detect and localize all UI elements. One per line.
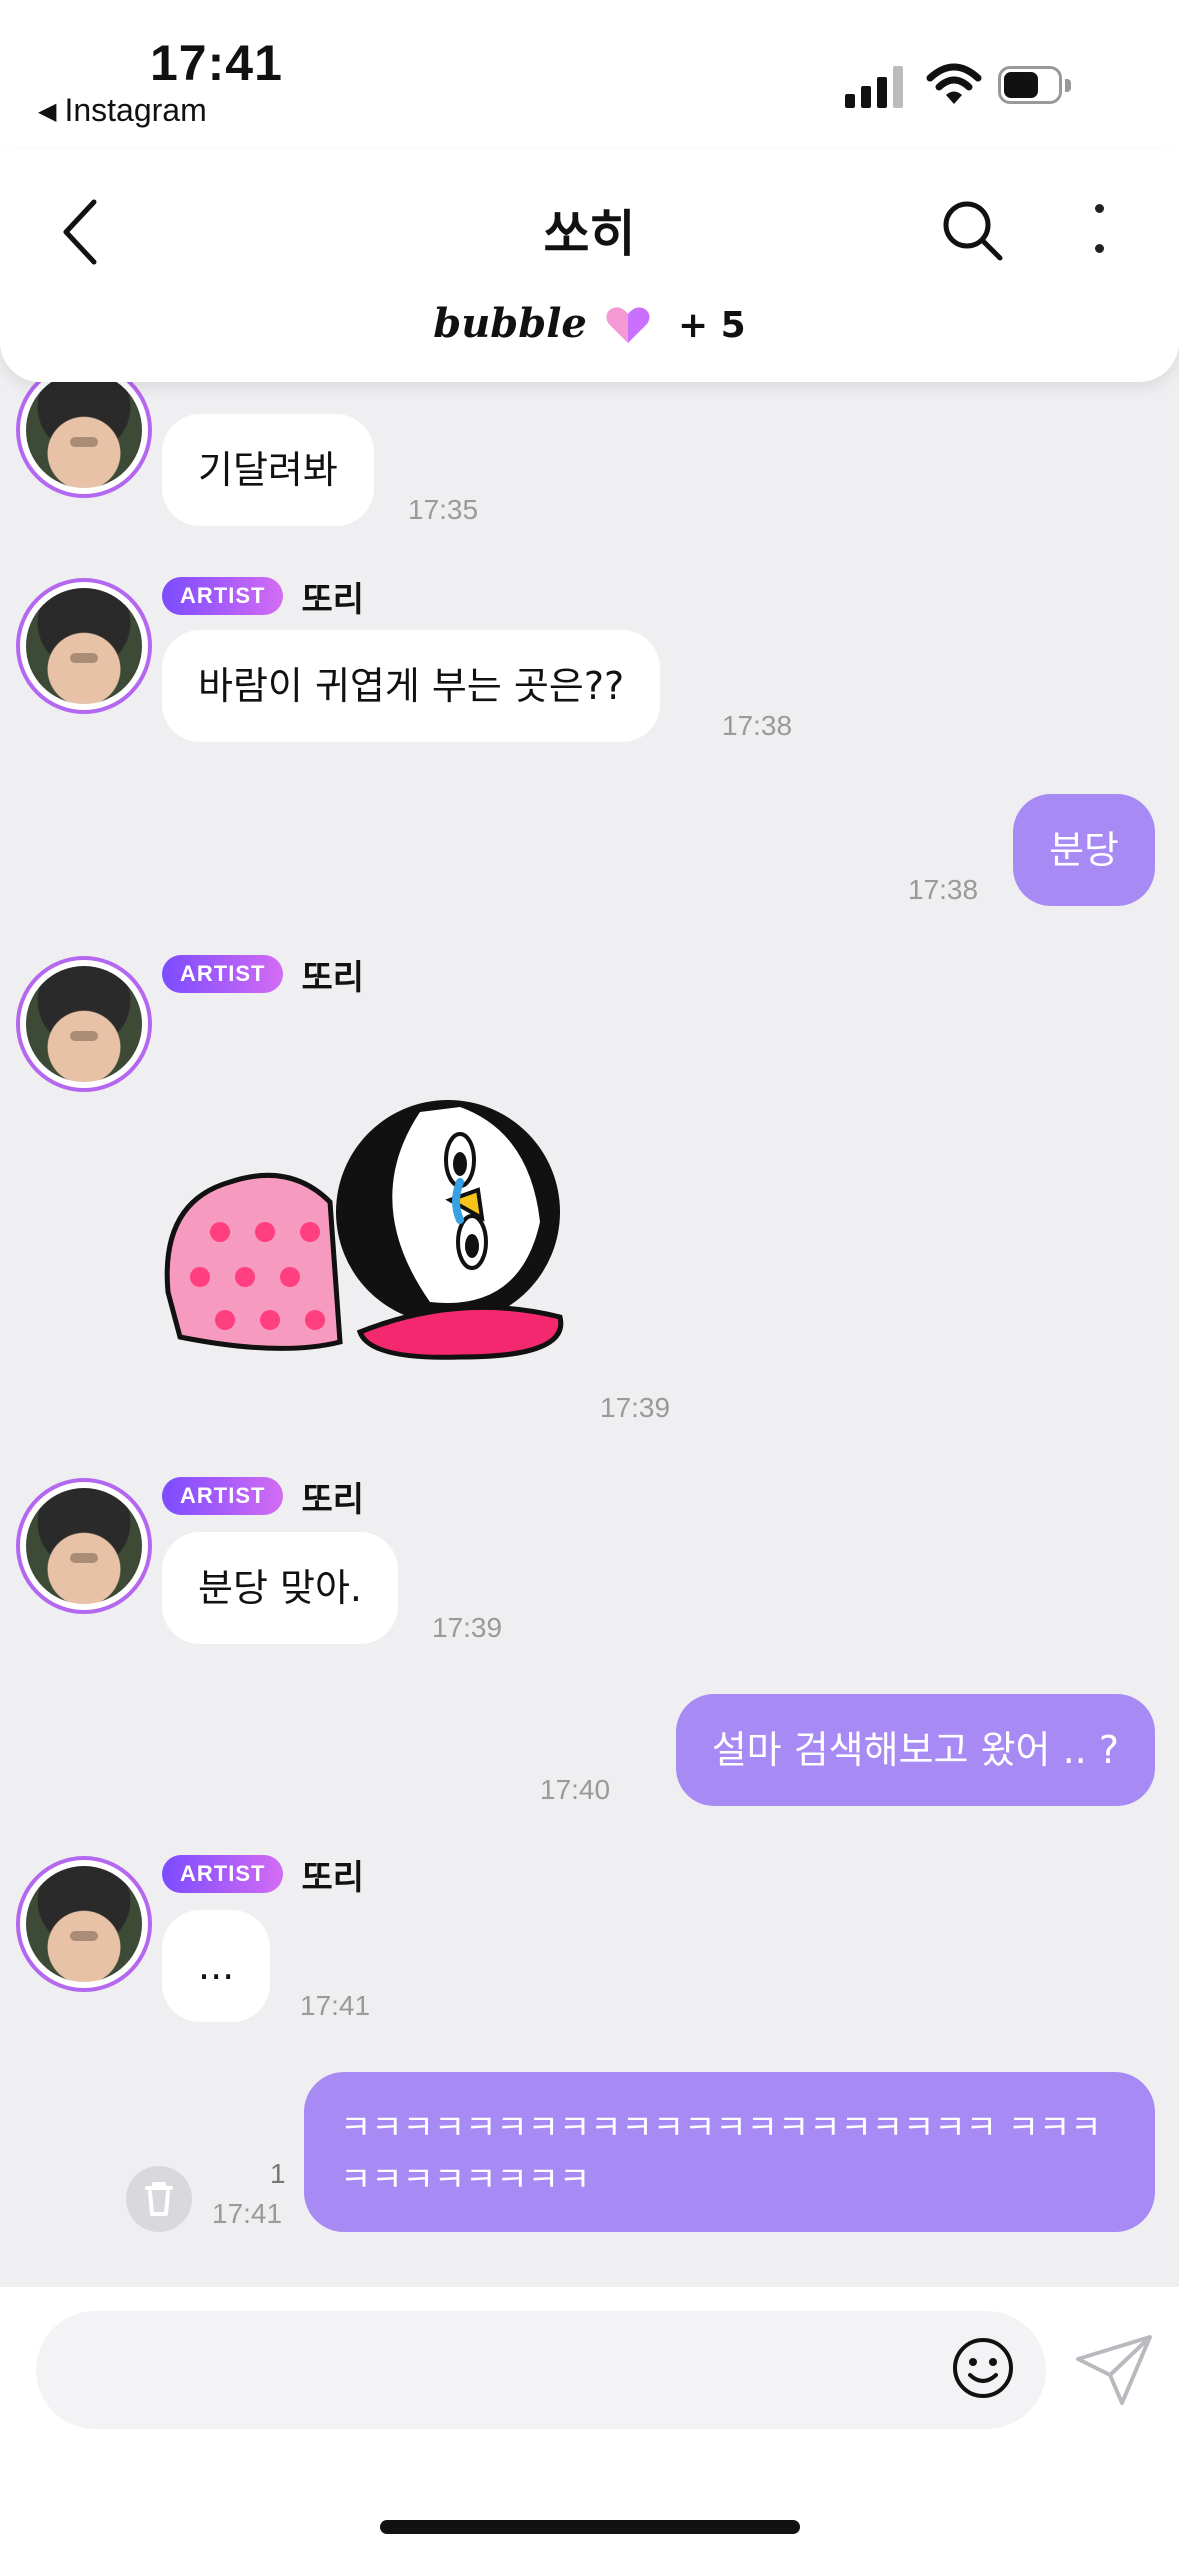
message-time: 17:40 [540, 1774, 611, 1805]
sender-name: 또리 [301, 957, 365, 998]
outgoing-message[interactable]: 분당 [1013, 794, 1155, 906]
chat-header: 쏘히 bubble + 5 [0, 150, 1179, 382]
artist-badge: ARTIST [162, 577, 284, 615]
status-time: 17:41 [150, 35, 283, 91]
message-time: 17:39 [432, 1612, 503, 1643]
artist-avatar[interactable] [16, 1856, 152, 1992]
sender-name: 또리 [301, 579, 365, 620]
sender-row: ARTIST 또리 [162, 1854, 364, 1898]
message-input[interactable] [36, 2311, 1046, 2429]
incoming-message[interactable]: 바람이 귀엽게 부는 곳은?? [162, 630, 661, 742]
sender-name: 또리 [301, 1479, 365, 1520]
message-time: 17:38 [908, 874, 979, 905]
sender-row: ARTIST 또리 [162, 1476, 364, 1520]
trash-icon[interactable] [126, 2166, 192, 2232]
message-time: 17:41 [300, 1990, 371, 2021]
battery-icon [998, 66, 1074, 106]
crying-penguin-sticker[interactable] [160, 1082, 580, 1362]
incoming-message[interactable]: ... [162, 1910, 271, 2022]
back-triangle-icon: ◀ [38, 98, 57, 125]
search-icon[interactable] [938, 196, 1008, 266]
sender-row: ARTIST 또리 [162, 954, 364, 998]
incoming-message[interactable]: 분당 맞아. [162, 1532, 398, 1644]
more-vertical-icon[interactable] [1080, 196, 1120, 266]
artist-badge: ARTIST [162, 1477, 284, 1515]
heart-icon [606, 307, 651, 343]
incoming-message[interactable]: 기달려봐 [162, 414, 374, 526]
chat-messages[interactable]: ARTIST 또리 기달려봐 17:35 ARTIST 또리 바람이 귀엽게 부… [0, 382, 1179, 2287]
wifi-icon [926, 63, 982, 104]
artist-avatar[interactable] [16, 578, 152, 714]
message-time: 17:38 [722, 710, 793, 741]
artist-badge: ARTIST [162, 955, 284, 993]
send-icon[interactable] [1074, 2333, 1154, 2407]
artist-avatar[interactable] [16, 382, 152, 498]
home-indicator [380, 2520, 800, 2534]
message-time: 17:35 [408, 494, 479, 525]
artist-avatar[interactable] [16, 956, 152, 1092]
outgoing-message[interactable]: ㅋㅋㅋㅋㅋㅋㅋㅋㅋㅋㅋㅋㅋㅋㅋㅋㅋㅋㅋㅋㅋ ㅋㅋㅋㅋㅋㅋㅋㅋㅋㅋㅋ [304, 2072, 1155, 2232]
back-to-app-link[interactable]: ◀ Instagram [38, 92, 207, 129]
member-count: + 5 [677, 305, 746, 346]
emoji-icon[interactable] [950, 2335, 1016, 2401]
sender-row: ARTIST 또리 [162, 576, 364, 620]
message-composer [0, 2287, 1179, 2556]
unread-count: 1 [270, 2158, 286, 2189]
artist-badge: ARTIST [162, 1855, 284, 1893]
outgoing-message[interactable]: 설마 검색해보고 왔어 .. ? [675, 1694, 1155, 1806]
message-time: 17:41 [212, 2198, 283, 2229]
status-bar: 17:41 ◀ Instagram [0, 0, 1179, 150]
message-time: 17:39 [600, 1392, 671, 1423]
sender-name: 또리 [301, 382, 364, 385]
back-app-label: Instagram [64, 92, 207, 128]
bubble-brand-label: bubble [433, 300, 587, 347]
artist-avatar[interactable] [16, 1478, 152, 1614]
subscription-summary[interactable]: bubble + 5 [0, 300, 1179, 347]
cellular-signal-icon [845, 64, 905, 108]
sender-name: 또리 [301, 1857, 365, 1898]
